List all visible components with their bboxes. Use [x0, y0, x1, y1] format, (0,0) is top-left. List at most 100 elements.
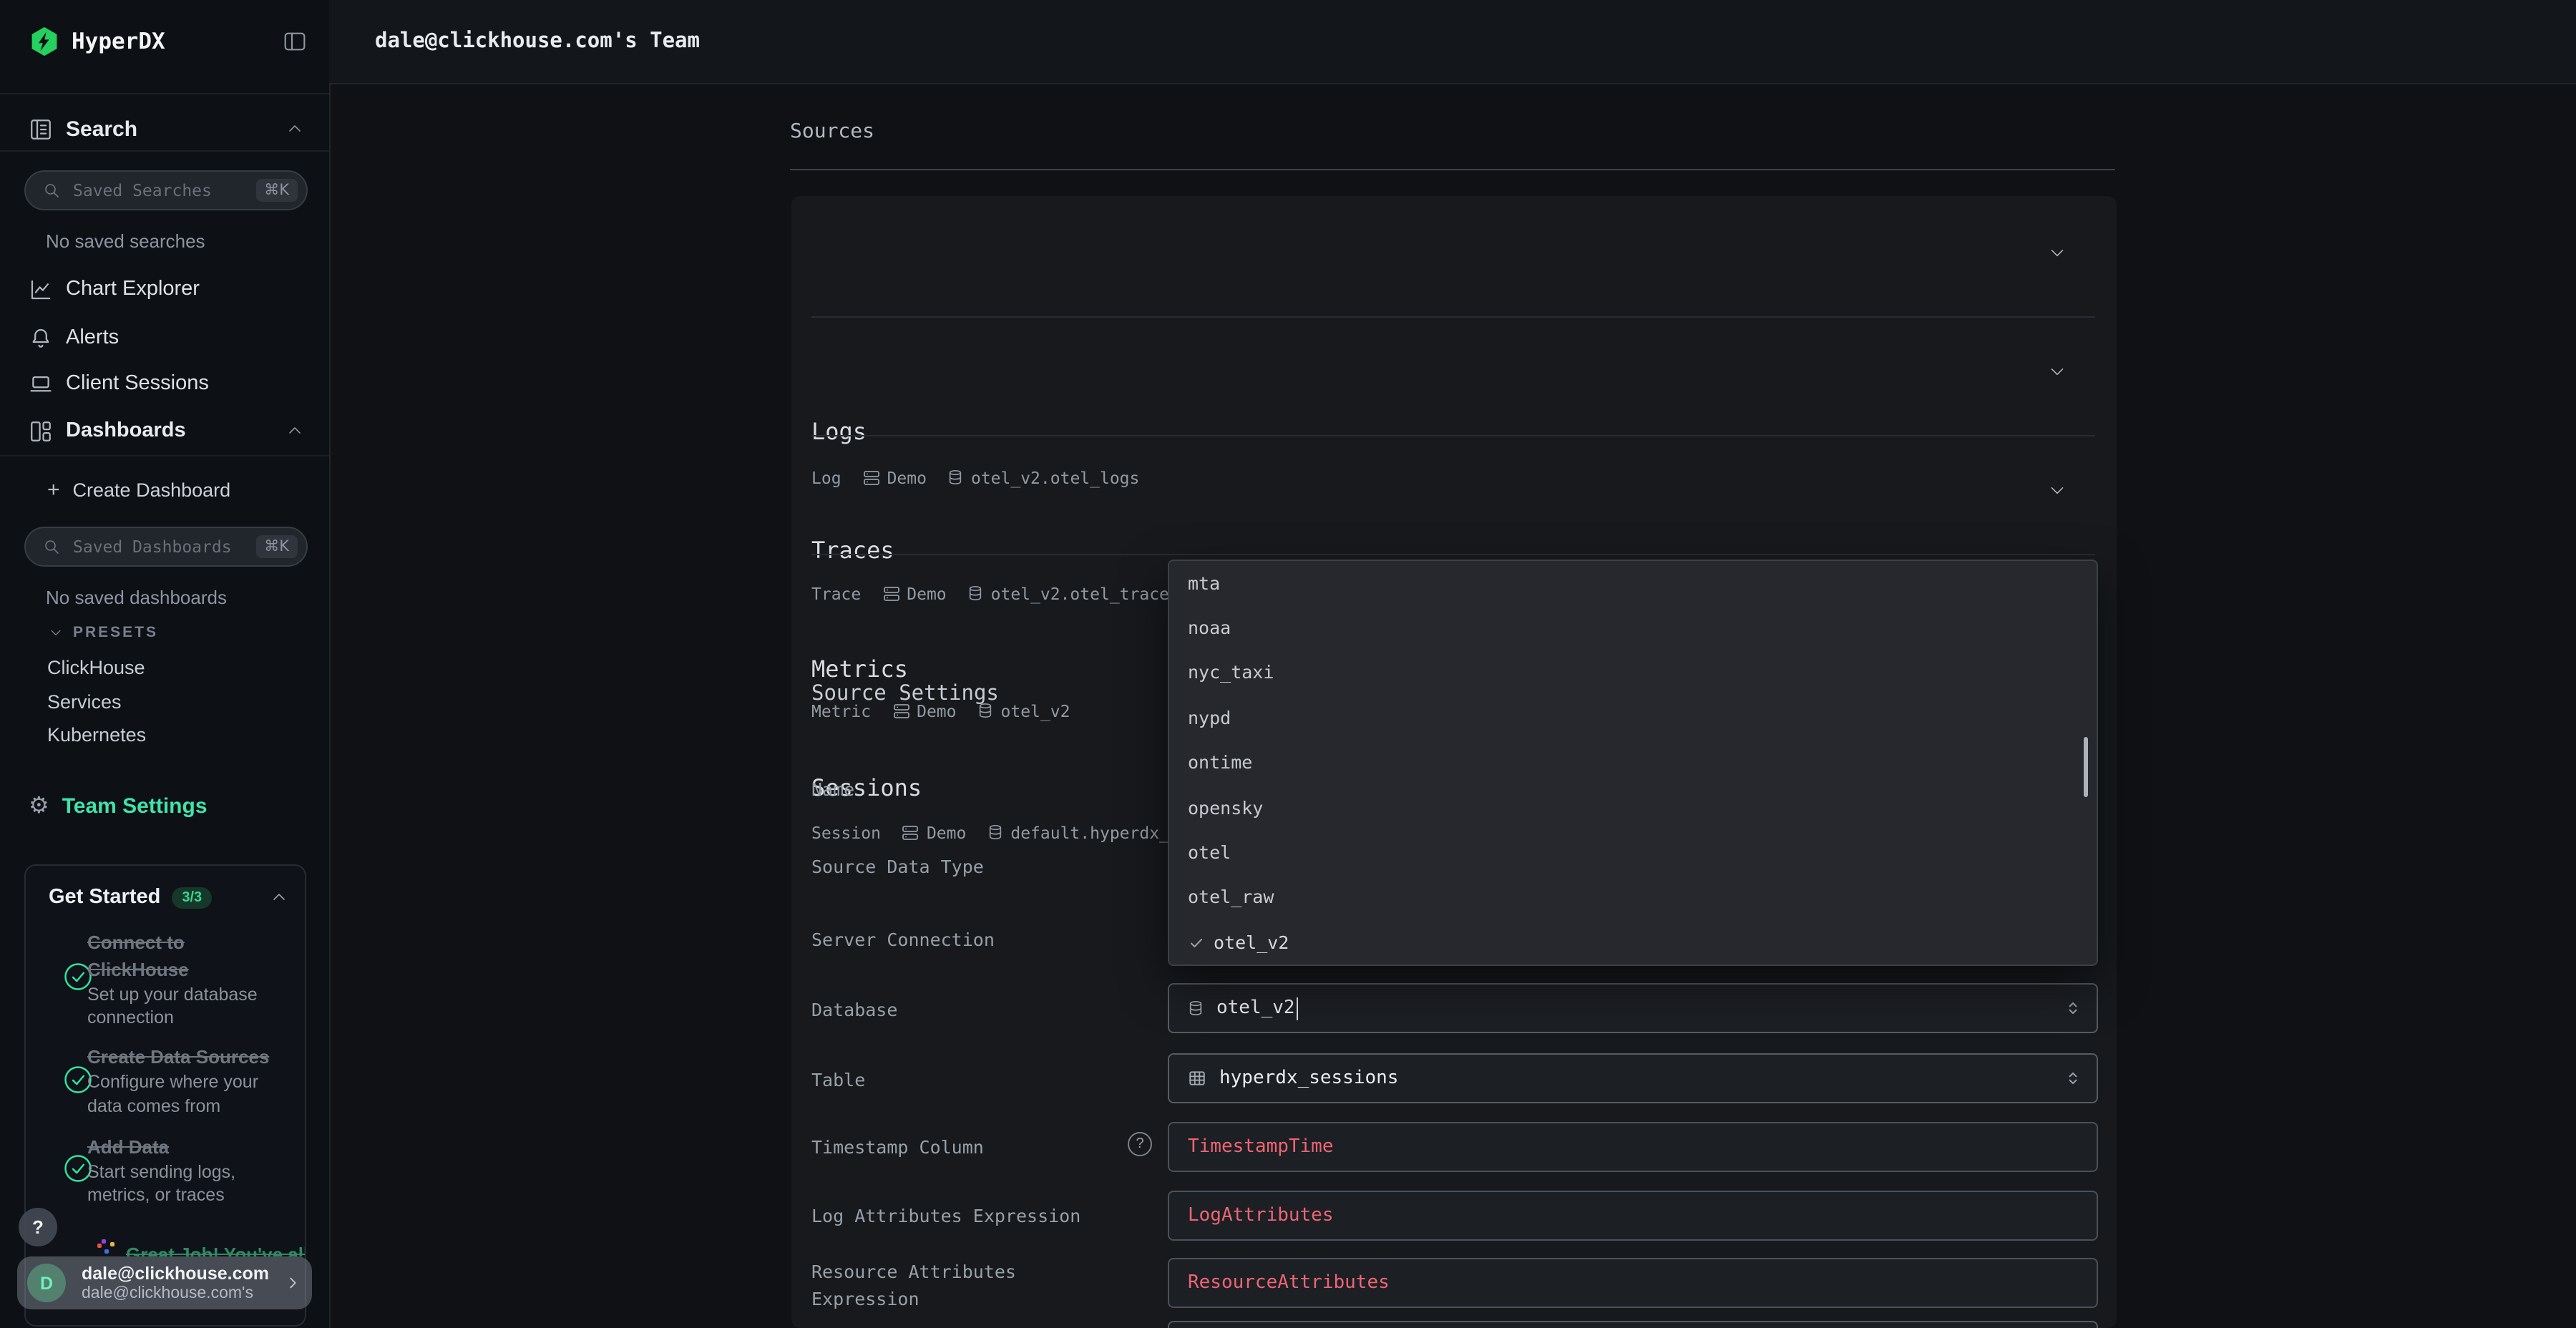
saved-searches-input[interactable]: ⌘K — [24, 170, 308, 210]
source-meta-logs: Log Demo otel_v2.otel_logs — [811, 467, 1139, 488]
get-started-item-title[interactable]: Create Data Sources — [87, 1046, 302, 1068]
timestamp-value: TimestampTime — [1188, 1136, 1334, 1158]
table-icon — [1188, 1069, 1206, 1088]
database-combobox[interactable]: otel_v2 — [1168, 983, 2098, 1033]
option-label: noaa — [1188, 617, 1231, 640]
sidebar-item-team-settings[interactable]: ⚙ Team Settings — [29, 793, 303, 819]
user-menu[interactable]: D dale@clickhouse.com dale@clickhouse.co… — [17, 1256, 312, 1309]
divider — [0, 150, 329, 152]
create-dashboard-button[interactable]: + Create Dashboard — [47, 477, 305, 502]
dropdown-option-otel[interactable]: otel — [1188, 841, 1231, 864]
log-attributes-value: LogAttributes — [1188, 1205, 1334, 1226]
source-connection: Demo — [907, 583, 946, 603]
confetti-icon — [102, 1239, 106, 1244]
source-section-title-logs: Logs — [811, 418, 867, 446]
chevron-down-icon[interactable] — [2048, 243, 2067, 262]
get-started-item-title[interactable]: Add Data — [87, 1136, 302, 1158]
resource-attributes-input[interactable]: ResourceAttributes — [1168, 1258, 2098, 1308]
dropdown-option-nyc-taxi[interactable]: nyc_taxi — [1188, 661, 1274, 684]
dropdown-option-nypd[interactable]: nypd — [1188, 707, 1231, 730]
shortcut-badge: ⌘K — [255, 535, 298, 558]
log-attributes-input[interactable]: LogAttributes — [1168, 1191, 2098, 1241]
saved-dashboards-input[interactable]: ⌘K — [24, 527, 308, 567]
dropdown-option-otel-raw[interactable]: otel_raw — [1188, 886, 1274, 909]
dropdown-option-opensky[interactable]: opensky — [1188, 797, 1263, 820]
select-chevrons-icon[interactable] — [2064, 999, 2082, 1017]
chevron-down-icon[interactable] — [2048, 481, 2067, 499]
sidebar-item-client-sessions[interactable]: Client Sessions — [29, 371, 303, 396]
sidebar-item-label: Alerts — [66, 326, 119, 349]
select-chevrons-icon[interactable] — [2064, 1069, 2082, 1088]
partial-input-clipped[interactable] — [1168, 1321, 2098, 1328]
database-icon — [987, 823, 1003, 841]
dashboards-icon — [29, 419, 53, 443]
option-label: nypd — [1188, 707, 1231, 730]
chevron-down-icon[interactable] — [2048, 362, 2067, 381]
dropdown-option-otel-v2-selected[interactable]: otel_v2 — [1188, 932, 1289, 954]
timestamp-column-input[interactable]: TimestampTime — [1168, 1122, 2098, 1172]
saved-dashboards-field[interactable] — [70, 535, 255, 558]
divider — [0, 93, 329, 94]
help-button[interactable]: ? — [19, 1208, 57, 1246]
no-saved-searches-text: No saved searches — [46, 229, 205, 252]
sidebar-item-services-preset[interactable]: Services — [47, 690, 122, 713]
database-value: otel_v2 — [1216, 997, 1295, 1019]
search-icon — [43, 538, 60, 555]
get-started-item-desc: connection — [87, 1007, 302, 1029]
get-started-item-title[interactable]: ClickHouse — [87, 959, 302, 980]
source-section-title-traces: Traces — [811, 537, 894, 565]
celebration-text: Great Job! You've all — [126, 1244, 305, 1256]
get-started-title: Get Started — [49, 886, 160, 909]
help-circle-icon[interactable]: ? — [1128, 1132, 1152, 1156]
celebration-banner-clipped: Great Job! You've all — [96, 1239, 305, 1256]
divider — [811, 316, 2095, 318]
divider — [790, 169, 2115, 170]
get-started-item-title[interactable]: Connect to — [87, 932, 302, 953]
help-label: ? — [32, 1216, 44, 1238]
source-connection: Demo — [887, 467, 927, 487]
server-icon — [902, 824, 919, 841]
sidebar-item-clickhouse-preset[interactable]: ClickHouse — [47, 655, 145, 678]
sidebar: HyperDX Search ⌘K No saved sear — [0, 0, 331, 1328]
form-label-database: Database — [811, 996, 1098, 1023]
get-started-item-desc: Set up your database — [87, 985, 302, 1006]
get-started-header[interactable]: Get Started 3/3 — [49, 884, 212, 910]
source-table: default.hyperdx_s — [1010, 822, 1179, 842]
scrollbar-thumb[interactable] — [2083, 737, 2088, 797]
form-label-table: Table — [811, 1066, 1098, 1093]
sidebar-item-kubernetes-preset[interactable]: Kubernetes — [47, 723, 146, 746]
table-select[interactable]: hyperdx_sessions — [1168, 1053, 2098, 1103]
source-table: otel_v2 — [1001, 700, 1070, 721]
dropdown-option-mta[interactable]: mta — [1188, 572, 1220, 595]
sidebar-item-alerts[interactable]: Alerts — [29, 325, 303, 351]
form-label-log-attributes: Log Attributes Expression — [811, 1202, 1098, 1229]
form-label-source-data-type: Source Data Type — [811, 853, 1098, 880]
gear-icon: ⚙ — [29, 794, 49, 817]
option-label: otel_v2 — [1214, 932, 1289, 954]
presets-toggle[interactable]: PRESETS — [49, 621, 158, 644]
chevron-up-icon[interactable] — [270, 889, 288, 906]
collapse-sidebar-icon[interactable] — [283, 30, 306, 53]
get-started-progress-badge: 3/3 — [172, 887, 212, 908]
sidebar-item-chart-explorer[interactable]: Chart Explorer — [29, 276, 303, 302]
source-connection: Demo — [927, 822, 966, 842]
avatar-initial: D — [40, 1273, 53, 1293]
form-label-name: Name — [811, 776, 1098, 803]
divider — [0, 455, 329, 456]
confetti-icon — [104, 1249, 109, 1254]
form-label-resource-attributes: Resource Attributes Expression — [811, 1258, 1098, 1312]
sidebar-item-dashboards[interactable]: Dashboards — [29, 418, 303, 444]
avatar: D — [27, 1264, 66, 1302]
saved-searches-field[interactable] — [70, 179, 255, 202]
source-kind: Log — [811, 467, 841, 487]
sidebar-item-search[interactable]: Search — [29, 103, 303, 155]
option-label: nyc_taxi — [1188, 661, 1274, 684]
form-label-server-connection: Server Connection — [811, 926, 1098, 953]
dropdown-option-ontime[interactable]: ontime — [1188, 751, 1252, 774]
server-icon — [882, 585, 899, 602]
source-kind: Trace — [811, 583, 861, 603]
team-settings-label: Team Settings — [62, 794, 208, 818]
dropdown-option-noaa[interactable]: noaa — [1188, 617, 1231, 640]
presets-label: PRESETS — [73, 624, 158, 641]
form-label-timestamp: Timestamp Column — [811, 1133, 1098, 1161]
